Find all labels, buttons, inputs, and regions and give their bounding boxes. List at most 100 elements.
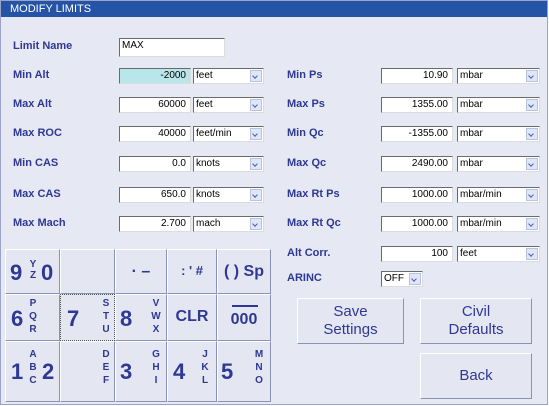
max-rt-qc-input[interactable]: 1000.00 [381, 216, 453, 232]
chevron-down-icon[interactable] [526, 218, 538, 230]
arinc-select[interactable]: OFF [381, 271, 423, 287]
clear-button[interactable]: CLR [167, 294, 217, 341]
min-ps-input[interactable]: 10.90 [381, 68, 453, 84]
key-3-letter-g: G [152, 349, 160, 360]
key-8-letter-v: V [152, 298, 160, 309]
max-qc-input[interactable]: 2490.00 [381, 156, 453, 172]
key-7-digit: 7 [67, 306, 80, 331]
key-7-letter-s: S [102, 298, 110, 309]
min-cas-unit-select[interactable]: knots [193, 156, 264, 172]
max-ps-unit-select[interactable]: mbar [457, 97, 540, 113]
key-colon-hash-label: : ' # [181, 263, 203, 278]
alt-corr-input[interactable]: 100 [381, 246, 453, 262]
window-title: MODIFY LIMITS [10, 3, 92, 15]
key-8-digit: 8 [120, 306, 133, 331]
min-alt-input[interactable]: -2000 [119, 68, 191, 84]
limit-name-input[interactable]: MAX [119, 38, 225, 57]
key-5[interactable]: 5 M N O [217, 341, 271, 402]
max-ps-label: Max Ps [287, 98, 325, 110]
max-cas-unit-value: knots [196, 189, 220, 200]
key-triple-zero-label: 000 [230, 311, 258, 328]
key-4[interactable]: 4 J K L [167, 341, 217, 402]
max-mach-input[interactable]: 2.700 [119, 216, 191, 232]
chevron-down-icon[interactable] [250, 70, 262, 82]
min-qc-label: Min Qc [287, 127, 324, 139]
save-settings-button[interactable]: Save Settings [297, 298, 404, 344]
key-9-letter-z: Z [29, 270, 37, 281]
key-3-letter-h: H [152, 362, 160, 373]
chevron-down-icon[interactable] [526, 99, 538, 111]
min-alt-unit-value: feet [196, 70, 213, 81]
key-triple-zero[interactable]: 000 [217, 294, 271, 341]
key-7-letter-u: U [102, 324, 110, 335]
key-2-digit: 2 [42, 359, 55, 384]
chevron-down-icon[interactable] [250, 189, 262, 201]
chevron-down-icon[interactable] [250, 158, 262, 170]
chevron-down-icon[interactable] [250, 128, 262, 140]
chevron-down-icon[interactable] [250, 218, 262, 230]
key-dot-minus-label: · – [131, 263, 151, 280]
key-3-letter-i: I [154, 375, 158, 386]
chevron-down-icon[interactable] [526, 158, 538, 170]
max-rt-ps-input[interactable]: 1000.00 [381, 187, 453, 203]
key-9-letter-y: Y [29, 259, 37, 270]
chevron-down-icon[interactable] [409, 273, 421, 285]
key-4-digit: 4 [173, 359, 186, 384]
min-ps-unit-select[interactable]: mbar [457, 68, 540, 84]
max-roc-unit-value: feet/min [196, 128, 232, 139]
key-3[interactable]: 3 G H I [115, 341, 167, 402]
max-mach-unit-value: mach [196, 218, 221, 229]
max-rt-qc-unit-select[interactable]: mbar/min [457, 216, 540, 232]
key-dot-minus[interactable]: · – [115, 249, 167, 294]
chevron-down-icon[interactable] [526, 70, 538, 82]
min-alt-unit-select[interactable]: feet [193, 68, 264, 84]
chevron-down-icon[interactable] [250, 99, 262, 111]
max-qc-unit-select[interactable]: mbar [457, 156, 540, 172]
chevron-down-icon[interactable] [526, 248, 538, 260]
key-4-letter-l: L [201, 375, 209, 386]
max-rt-ps-label: Max Rt Ps [287, 188, 340, 200]
key-4-letter-j: J [202, 349, 208, 360]
key-1-letter-b: B [29, 362, 37, 373]
key-8-letter-x: X [152, 324, 160, 335]
key-6-letter-r: R [29, 324, 37, 335]
max-roc-unit-select[interactable]: feet/min [193, 126, 264, 142]
key-5-letter-n: N [255, 362, 263, 373]
alt-corr-unit-value: feet [460, 248, 477, 259]
key-2[interactable]: D E F [60, 341, 115, 402]
max-cas-input[interactable]: 650.0 [119, 187, 191, 203]
arinc-value: OFF [384, 273, 404, 284]
key-8[interactable]: 8 V W X [115, 294, 167, 341]
alt-corr-unit-select[interactable]: feet [457, 246, 540, 262]
key-5-letter-m: M [254, 349, 264, 360]
key-5-digit: 5 [221, 359, 234, 384]
key-1[interactable]: 1 A B C 2 [5, 341, 60, 402]
key-0[interactable] [60, 249, 115, 294]
key-9[interactable]: 9 Y Z 0 [5, 249, 60, 294]
civil-defaults-button[interactable]: Civil Defaults [420, 298, 532, 344]
max-ps-input[interactable]: 1355.00 [381, 97, 453, 113]
min-qc-unit-select[interactable]: mbar [457, 126, 540, 142]
arinc-label: ARINC [287, 272, 322, 284]
min-cas-input[interactable]: 0.0 [119, 156, 191, 172]
key-6[interactable]: 6 P Q R [5, 294, 60, 341]
key-6-letter-p: P [29, 298, 37, 309]
max-roc-input[interactable]: 40000 [119, 126, 191, 142]
min-ps-unit-value: mbar [460, 70, 483, 81]
modify-limits-window: MODIFY LIMITS Limit Name MAX Min Alt -20… [0, 0, 548, 405]
max-cas-unit-select[interactable]: knots [193, 187, 264, 203]
max-alt-unit-select[interactable]: feet [193, 97, 264, 113]
key-paren-sp[interactable]: ( ) Sp [217, 249, 271, 294]
max-rt-ps-unit-select[interactable]: mbar/min [457, 187, 540, 203]
key-6-letter-q: Q [29, 311, 37, 322]
back-button[interactable]: Back [420, 353, 532, 399]
key-colon-hash[interactable]: : ' # [167, 249, 217, 294]
civil-defaults-line1: Civil [461, 303, 491, 320]
max-mach-unit-select[interactable]: mach [193, 216, 264, 232]
chevron-down-icon[interactable] [526, 189, 538, 201]
chevron-down-icon[interactable] [526, 128, 538, 140]
max-alt-input[interactable]: 60000 [119, 97, 191, 113]
key-7[interactable]: 7 S T U [60, 294, 115, 341]
min-qc-input[interactable]: -1355.00 [381, 126, 453, 142]
max-roc-label: Max ROC [13, 127, 62, 139]
